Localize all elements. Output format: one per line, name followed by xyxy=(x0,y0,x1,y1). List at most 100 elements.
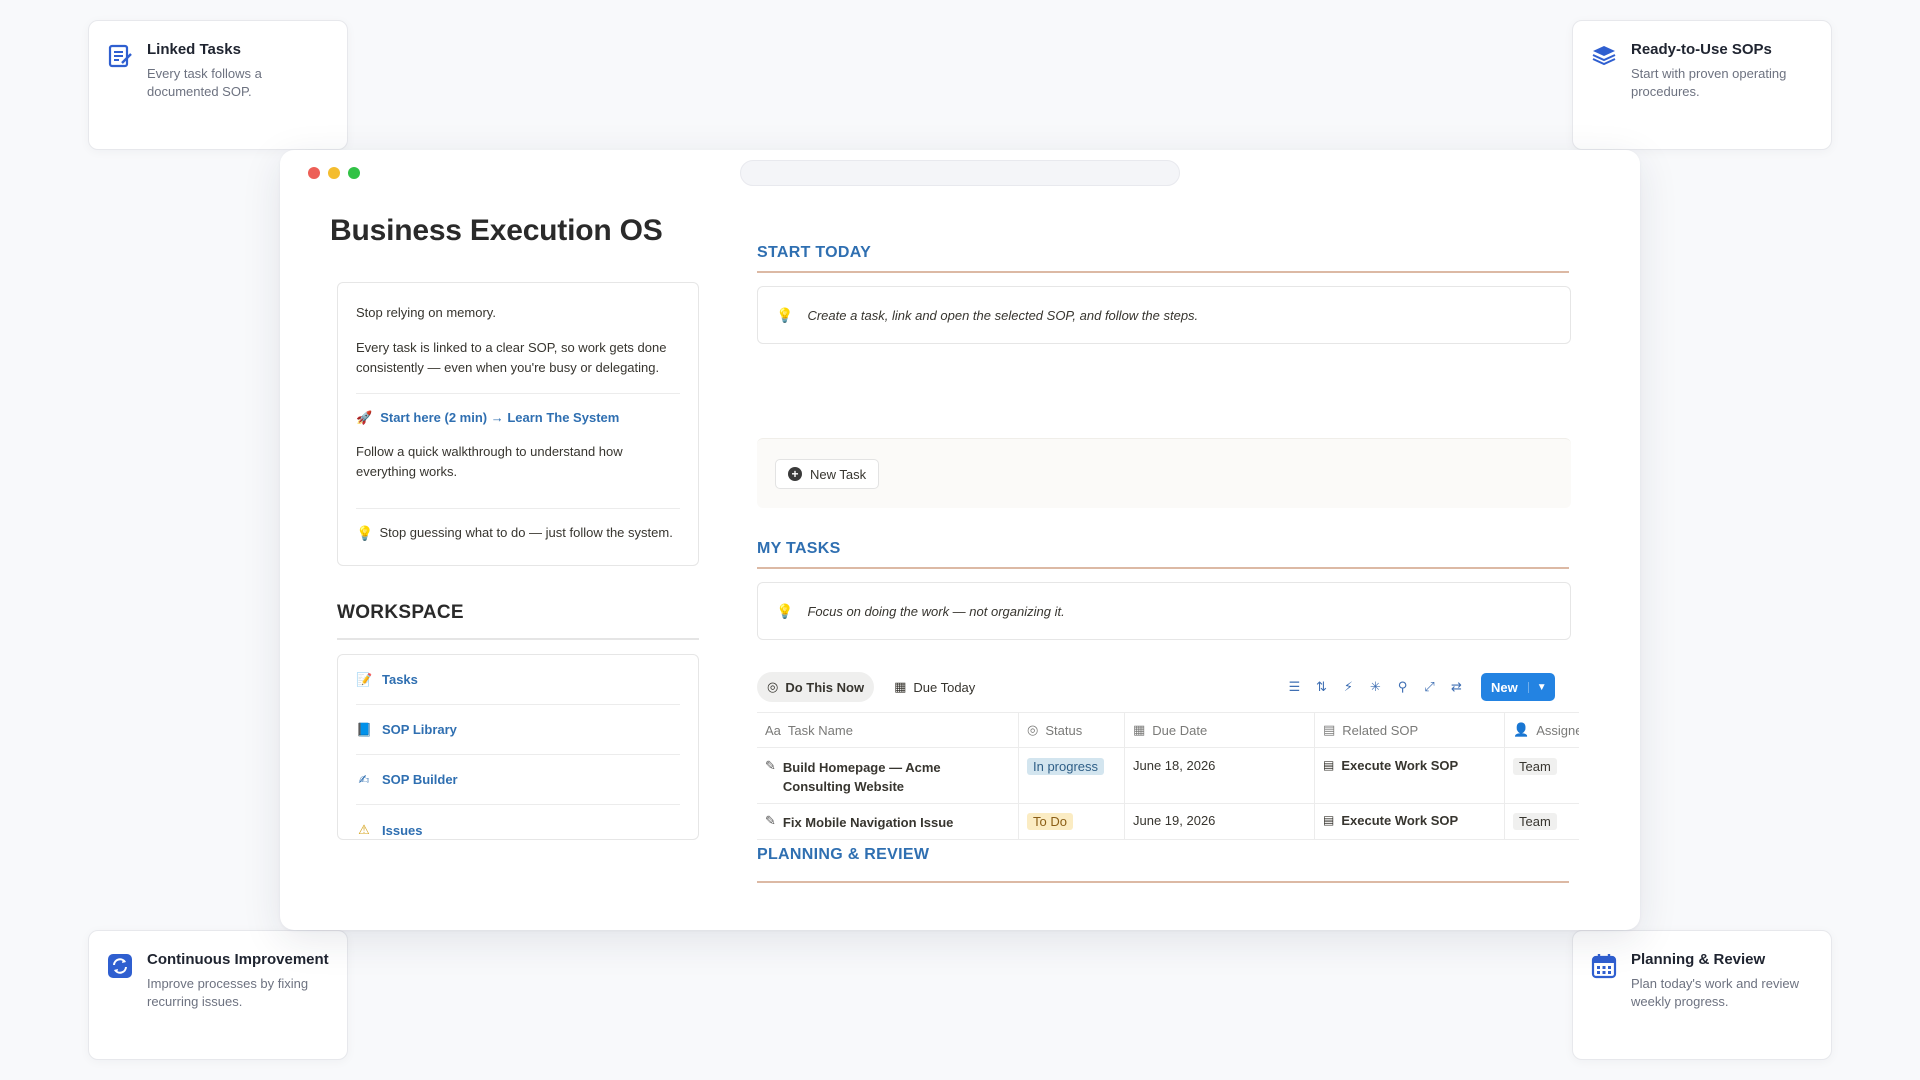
callout-text: Create a task, link and open the selecte… xyxy=(807,307,1199,323)
divider xyxy=(356,393,680,394)
due-date-cell[interactable]: June 18, 2026 xyxy=(1125,748,1315,803)
column-label: Due Date xyxy=(1152,722,1208,738)
refresh-icon xyxy=(108,954,132,978)
tab-label: Due Today xyxy=(913,679,976,695)
workspace-item-label: SOP Library xyxy=(382,722,457,737)
feature-card-continuous-improvement: Continuous Improvement Improve processes… xyxy=(88,930,348,1060)
feature-description: Every task follows a documented SOP. xyxy=(147,66,262,99)
checklist-icon xyxy=(108,44,132,68)
status-cell[interactable]: To Do xyxy=(1019,804,1125,839)
assignee-cell[interactable]: Team xyxy=(1505,748,1579,803)
new-task-panel: + New Task xyxy=(757,438,1571,508)
workspace-list: 📝 Tasks 📘 SOP Library ✍ SOP Builder ⚠ Is… xyxy=(337,654,699,840)
database-toolbar: ☰ ⇅ ⚡ ✳ ⚲ ⤢ ⇄ New ▼ xyxy=(1286,672,1555,702)
lightning-icon[interactable]: ⚡ xyxy=(1340,679,1357,695)
feature-description: Plan today's work and review weekly prog… xyxy=(1631,976,1799,1009)
column-label: Task Name xyxy=(787,722,853,738)
intro-description: Every task is linked to a clear SOP, so … xyxy=(356,340,667,375)
memo-icon: 📝 xyxy=(356,671,373,687)
target-icon: ◎ xyxy=(767,679,779,694)
intro-line: Stop relying on memory. xyxy=(356,305,496,320)
edit-icon: ✎ xyxy=(765,813,776,828)
writing-hand-icon: ✍ xyxy=(358,771,370,787)
tab-due-today[interactable]: ▦ Due Today xyxy=(884,672,985,702)
planning-review-heading: PLANNING & REVIEW xyxy=(757,846,930,863)
workspace-item-label: SOP Builder xyxy=(382,772,458,787)
settings-icon[interactable]: ⇄ xyxy=(1448,679,1465,695)
workspace-item-label: Issues xyxy=(382,822,423,838)
related-sop-link[interactable]: Execute Work SOP xyxy=(1341,813,1458,828)
divider xyxy=(356,508,680,509)
new-button-label: New xyxy=(1491,679,1518,695)
table-row[interactable]: ✎ Build Homepage — Acme Consulting Websi… xyxy=(757,748,1579,804)
workspace-heading: WORKSPACE xyxy=(337,602,464,623)
feature-title: Linked Tasks xyxy=(147,41,241,58)
maximize-window-button[interactable] xyxy=(348,167,360,179)
start-today-heading: START TODAY xyxy=(757,244,872,261)
status-cell[interactable]: In progress xyxy=(1019,748,1125,803)
calendar-icon: ▦ xyxy=(894,679,907,694)
new-task-button[interactable]: + New Task xyxy=(775,459,880,489)
address-bar[interactable] xyxy=(740,160,1180,186)
text-property-icon: Aa xyxy=(765,722,781,738)
status-property-icon: ◎ xyxy=(1027,722,1039,737)
workspace-item-issues[interactable]: ⚠ Issues xyxy=(356,805,680,839)
filter-icon[interactable]: ☰ xyxy=(1286,679,1303,695)
stack-icon xyxy=(1592,46,1616,66)
column-header-status[interactable]: ◎ Status xyxy=(1019,713,1125,747)
expand-icon[interactable]: ⤢ xyxy=(1421,679,1438,695)
assignee-badge: Team xyxy=(1513,813,1557,830)
workspace-item-label: Tasks xyxy=(382,672,418,687)
workspace-item-sop-builder[interactable]: ✍ SOP Builder xyxy=(356,755,680,805)
close-window-button[interactable] xyxy=(308,167,320,179)
assignee-cell[interactable]: Team xyxy=(1505,804,1579,839)
intro-callout: Stop relying on memory. Every task is li… xyxy=(337,282,699,566)
status-badge: To Do xyxy=(1027,813,1073,830)
date-property-icon: ▦ xyxy=(1133,722,1146,737)
start-today-callout: 💡 Create a task, link and open the selec… xyxy=(757,286,1571,344)
task-name-cell[interactable]: ✎ Fix Mobile Navigation Issue xyxy=(757,804,1019,839)
tasks-table: Aa Task Name ◎ Status ▦ Due Date ▤ Relat… xyxy=(757,712,1579,840)
tab-do-this-now[interactable]: ◎ Do This Now xyxy=(757,672,875,702)
sparkle-icon[interactable]: ✳ xyxy=(1367,679,1384,695)
related-sop-cell[interactable]: ▤ Execute Work SOP xyxy=(1315,804,1505,839)
chevron-down-icon[interactable]: ▼ xyxy=(1527,681,1555,693)
column-label: Status xyxy=(1045,722,1083,738)
column-header-assignee[interactable]: 👤 Assigne xyxy=(1505,713,1579,747)
column-header-due-date[interactable]: ▦ Due Date xyxy=(1125,713,1315,747)
feature-card-planning-review: Planning & Review Plan today's work and … xyxy=(1572,930,1832,1060)
feature-card-ready-sops: Ready-to-Use SOPs Start with proven oper… xyxy=(1572,20,1832,150)
workspace-item-sop-library[interactable]: 📘 SOP Library xyxy=(356,705,680,755)
workspace-item-tasks[interactable]: 📝 Tasks xyxy=(356,655,680,705)
learn-system-link-label: Start here (2 min) → Learn The System xyxy=(380,410,620,425)
new-button[interactable]: New ▼ xyxy=(1481,673,1555,701)
walkthrough-text: Follow a quick walkthrough to understand… xyxy=(356,444,623,479)
task-name: Build Homepage — Acme Consulting Website xyxy=(782,760,941,794)
status-badge: In progress xyxy=(1027,758,1105,775)
table-row[interactable]: ✎ Fix Mobile Navigation Issue To Do June… xyxy=(757,804,1579,840)
related-sop-cell[interactable]: ▤ Execute Work SOP xyxy=(1315,748,1505,803)
feature-card-linked-tasks: Linked Tasks Every task follows a docume… xyxy=(88,20,348,150)
document-icon: ▤ xyxy=(1323,813,1335,827)
due-date-cell[interactable]: June 19, 2026 xyxy=(1125,804,1315,839)
task-name-cell[interactable]: ✎ Build Homepage — Acme Consulting Websi… xyxy=(757,748,1019,803)
column-header-task-name[interactable]: Aa Task Name xyxy=(757,713,1019,747)
task-name: Fix Mobile Navigation Issue xyxy=(782,815,954,830)
column-label: Assigne xyxy=(1536,722,1579,738)
tab-label: Do This Now xyxy=(785,679,865,695)
column-header-related-sop[interactable]: ▤ Related SOP xyxy=(1315,713,1505,747)
my-tasks-heading: MY TASKS xyxy=(757,540,841,557)
new-task-button-label: New Task xyxy=(810,466,867,482)
minimize-window-button[interactable] xyxy=(328,167,340,179)
related-sop-link[interactable]: Execute Work SOP xyxy=(1341,758,1458,773)
warning-icon: ⚠ xyxy=(358,822,370,837)
feature-title: Planning & Review xyxy=(1631,951,1766,968)
table-header: Aa Task Name ◎ Status ▦ Due Date ▤ Relat… xyxy=(757,712,1579,748)
my-tasks-callout: 💡 Focus on doing the work — not organizi… xyxy=(757,582,1571,640)
view-tabs: ◎ Do This Now ▦ Due Today xyxy=(757,672,985,702)
divider xyxy=(757,567,1569,569)
search-icon[interactable]: ⚲ xyxy=(1394,679,1411,695)
calendar-icon xyxy=(1591,954,1617,979)
learn-system-link[interactable]: 🚀 Start here (2 min) → Learn The System xyxy=(356,408,680,428)
sort-icon[interactable]: ⇅ xyxy=(1313,679,1330,695)
